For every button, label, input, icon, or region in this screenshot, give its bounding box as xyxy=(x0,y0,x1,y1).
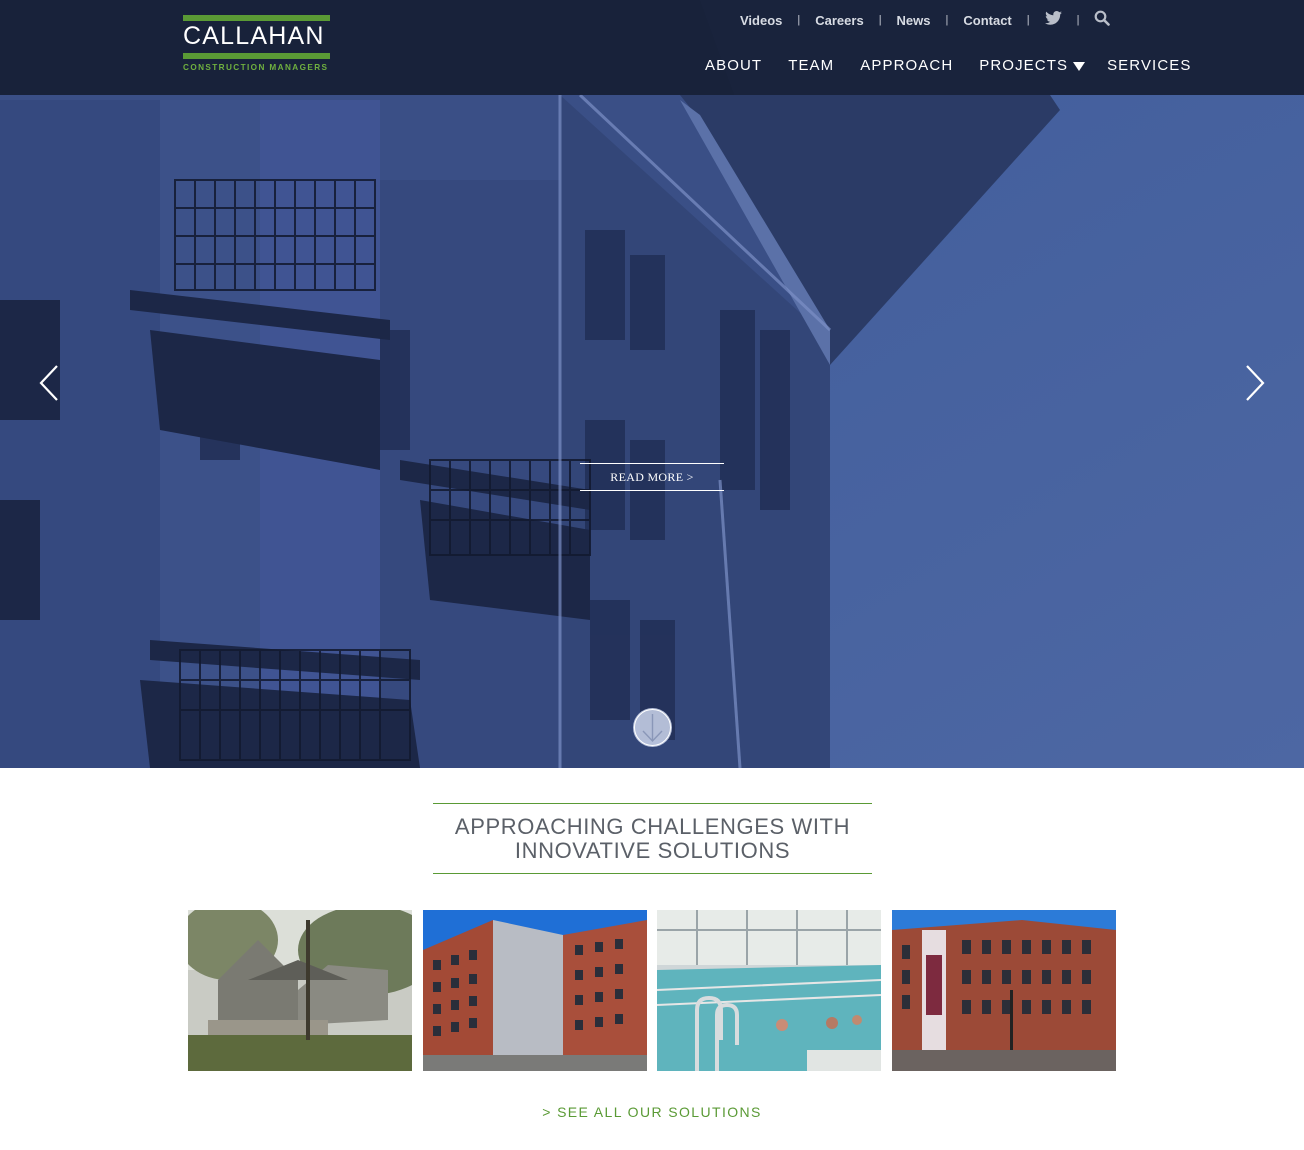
utility-separator: | xyxy=(1076,14,1080,26)
scroll-down-button[interactable] xyxy=(633,708,672,747)
logo-tagline: CONSTRUCTION MANAGERS xyxy=(183,63,329,72)
nav-services[interactable]: SERVICES xyxy=(1107,57,1191,75)
utility-link-careers[interactable]: Careers xyxy=(815,13,863,28)
logo-top-bar xyxy=(183,15,330,21)
chevron-left-icon[interactable] xyxy=(37,364,61,402)
caret-down-icon xyxy=(1073,61,1086,71)
solution-card-indoor-pool[interactable] xyxy=(657,910,881,1071)
section-heading: APPROACHING CHALLENGES WITH INNOVATIVE S… xyxy=(433,803,872,874)
main-nav: ABOUT TEAM APPROACH PROJECTS SERVICES xyxy=(705,57,1191,75)
callahan-logo[interactable]: CALLAHAN CONSTRUCTION MANAGERS xyxy=(183,15,331,73)
utility-link-news[interactable]: News xyxy=(897,13,931,28)
read-more-button[interactable]: READ MORE > xyxy=(580,463,724,491)
logo-bottom-bar xyxy=(183,53,330,59)
utility-link-contact[interactable]: Contact xyxy=(963,13,1011,28)
solution-card-brick-mill[interactable] xyxy=(892,910,1116,1071)
utility-separator: | xyxy=(945,14,949,26)
logo-wordmark: CALLAHAN xyxy=(183,22,325,50)
section-title-line1: APPROACHING CHALLENGES WITH xyxy=(454,814,851,839)
nav-projects[interactable]: PROJECTS xyxy=(979,57,1086,75)
utility-separator: | xyxy=(797,14,801,26)
solution-card-brick-tower[interactable] xyxy=(423,910,647,1071)
nav-about[interactable]: ABOUT xyxy=(705,57,762,75)
utility-separator: | xyxy=(878,14,882,26)
utility-nav: Videos | Careers | News | Contact | | xyxy=(740,10,1111,31)
solutions-cards xyxy=(188,910,1116,1071)
see-all-solutions-link[interactable]: > SEE ALL OUR SOLUTIONS xyxy=(0,1103,1304,1121)
nav-approach[interactable]: APPROACH xyxy=(860,57,953,75)
utility-link-videos[interactable]: Videos xyxy=(740,13,782,28)
hero-slider xyxy=(0,0,1304,768)
section-title-line2: INNOVATIVE SOLUTIONS xyxy=(514,838,791,863)
twitter-icon[interactable] xyxy=(1044,10,1062,30)
nav-team[interactable]: TEAM xyxy=(788,57,834,75)
solution-card-barn-house[interactable] xyxy=(188,910,412,1071)
nav-projects-label: PROJECTS xyxy=(979,57,1069,74)
site-header: CALLAHAN CONSTRUCTION MANAGERS Videos | … xyxy=(0,0,1304,95)
arrow-down-icon xyxy=(634,709,671,746)
utility-separator: | xyxy=(1026,14,1030,26)
hero-building-image xyxy=(0,0,1304,768)
chevron-right-icon[interactable] xyxy=(1243,364,1267,402)
search-icon[interactable] xyxy=(1094,10,1111,31)
section-title: APPROACHING CHALLENGES WITH INNOVATIVE S… xyxy=(433,815,872,863)
